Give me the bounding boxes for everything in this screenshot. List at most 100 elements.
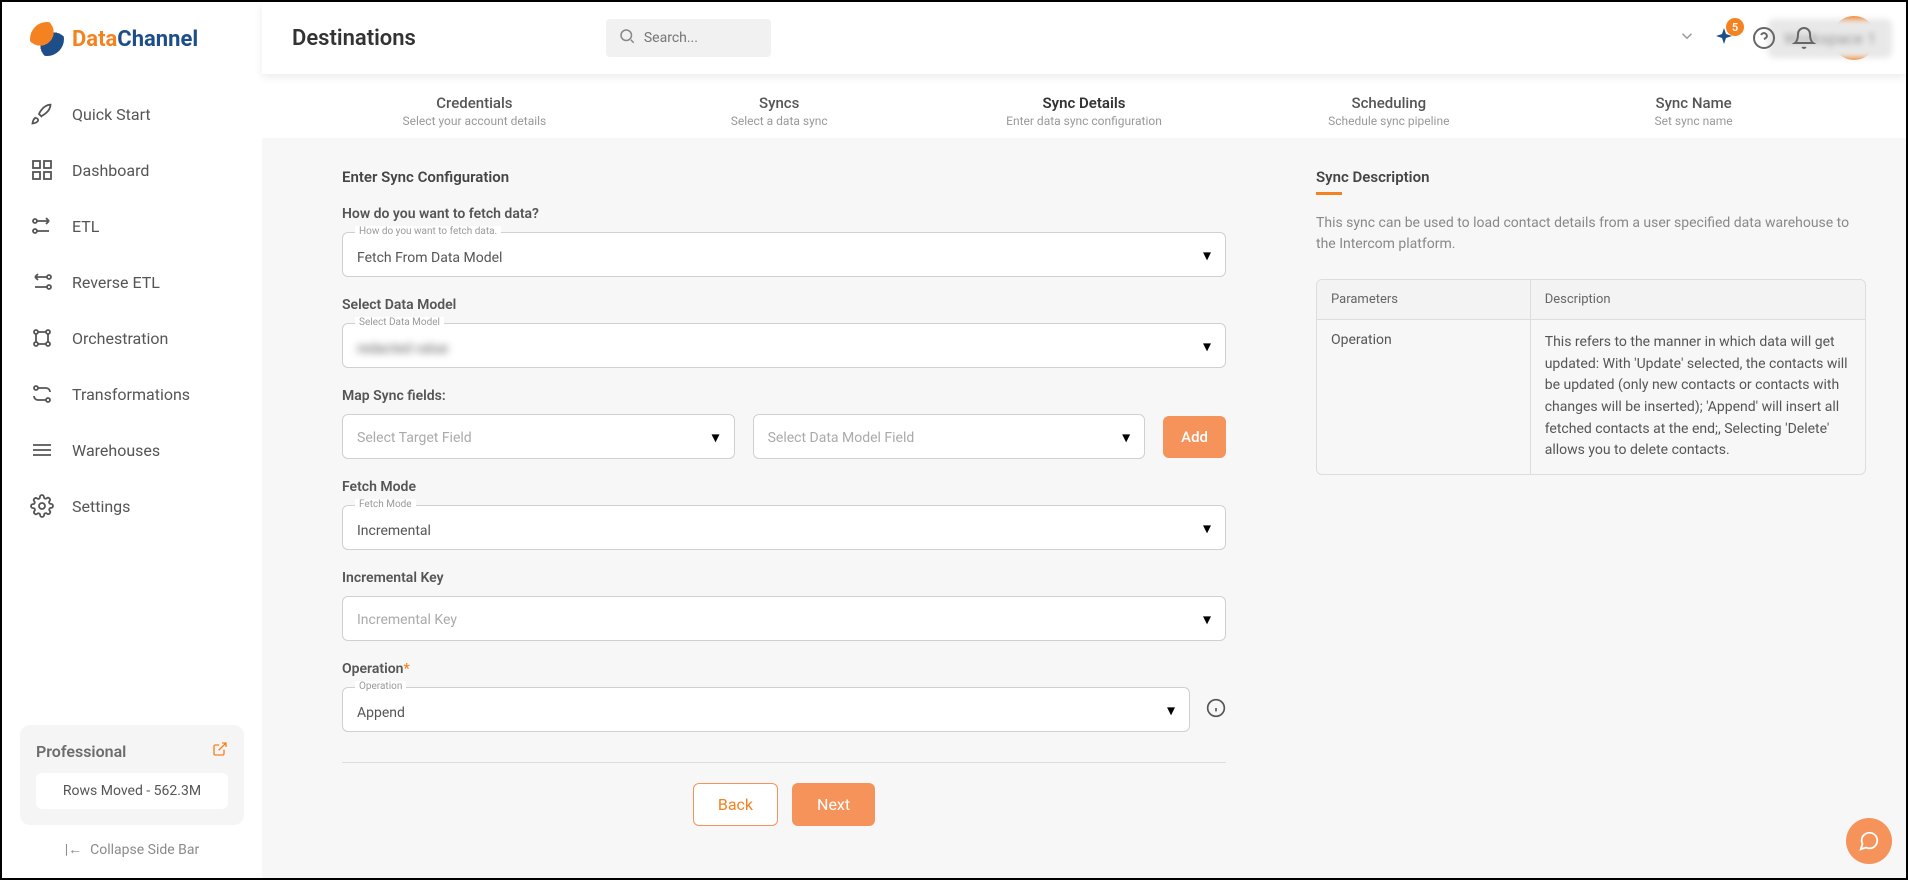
page-title: Destinations — [292, 26, 416, 51]
sparkle-icon[interactable]: 5 — [1712, 26, 1736, 50]
steps: CredentialsSelect your account details S… — [262, 74, 1906, 138]
form-area: Enter Sync Configuration How do you want… — [262, 138, 1306, 878]
help-icon[interactable] — [1752, 26, 1776, 50]
step-sync-name[interactable]: Sync NameSet sync name — [1541, 94, 1846, 128]
chevron-down-icon: ▾ — [712, 427, 720, 446]
sidebar-item-transformations[interactable]: Transformations — [2, 366, 262, 422]
chevron-down-icon: ▾ — [1203, 609, 1211, 628]
logo-text: DataChannel — [72, 27, 198, 52]
divider — [342, 762, 1226, 763]
fetch-method-select[interactable]: How do you want to fetch data. Fetch Fro… — [342, 232, 1226, 277]
sidebar-item-warehouses[interactable]: Warehouses — [2, 422, 262, 478]
incremental-key-select[interactable]: Incremental Key ▾ — [342, 596, 1226, 641]
nav-label: Dashboard — [72, 161, 149, 180]
nav-label: ETL — [72, 217, 99, 236]
float-label: How do you want to fetch data. — [355, 226, 501, 237]
nav-label: Warehouses — [72, 441, 160, 460]
data-model-select[interactable]: Select Data Model redacted value ▾ — [342, 323, 1226, 368]
gear-icon — [30, 494, 54, 518]
transformations-icon — [30, 382, 54, 406]
chevron-down-icon: ▾ — [1203, 336, 1211, 355]
step-syncs[interactable]: SyncsSelect a data sync — [627, 94, 932, 128]
chat-bubble-icon[interactable] — [1846, 818, 1892, 864]
external-link-icon[interactable] — [212, 741, 228, 761]
description-area: Sync Description This sync can be used t… — [1306, 138, 1906, 878]
param-desc: This refers to the manner in which data … — [1531, 320, 1865, 474]
desc-underline — [1316, 192, 1342, 195]
select-value: Append — [357, 705, 405, 721]
sidebar-item-quick-start[interactable]: Quick Start — [2, 86, 262, 142]
logo[interactable]: DataChannel — [2, 22, 262, 86]
sidebar-item-etl[interactable]: ETL — [2, 198, 262, 254]
collapse-icon: |← — [65, 841, 82, 858]
chevron-down-icon: ▾ — [1167, 700, 1175, 719]
next-button[interactable]: Next — [792, 783, 875, 826]
step-scheduling[interactable]: SchedulingSchedule sync pipeline — [1236, 94, 1541, 128]
collapse-label: Collapse Side Bar — [90, 842, 199, 858]
desc-title: Sync Description — [1316, 168, 1866, 186]
select-value: redacted value — [357, 341, 448, 357]
param-header-1: Parameters — [1317, 280, 1531, 319]
main: Destinations Workspace 1 5 D Creden — [262, 2, 1906, 878]
search-input[interactable] — [644, 30, 759, 46]
sidebar: DataChannel Quick Start Dashboard ETL Re… — [2, 2, 262, 878]
bell-icon[interactable] — [1792, 26, 1816, 50]
back-button[interactable]: Back — [693, 783, 778, 826]
plan-title: Professional — [36, 741, 228, 761]
notification-badge: 5 — [1726, 18, 1744, 36]
collapse-sidebar-button[interactable]: |← Collapse Side Bar — [2, 825, 262, 858]
select-value: Fetch From Data Model — [357, 250, 502, 266]
data-model-field-select[interactable]: Select Data Model Field ▾ — [753, 414, 1146, 459]
param-name: Operation — [1317, 320, 1531, 474]
step-credentials[interactable]: CredentialsSelect your account details — [322, 94, 627, 128]
operation-label: Operation* — [342, 661, 1226, 677]
add-button[interactable]: Add — [1163, 416, 1226, 458]
dashboard-icon — [30, 158, 54, 182]
step-sync-details[interactable]: Sync DetailsEnter data sync configuratio… — [932, 94, 1237, 128]
plan-title-text: Professional — [36, 742, 126, 761]
sidebar-item-dashboard[interactable]: Dashboard — [2, 142, 262, 198]
sidebar-item-reverse-etl[interactable]: Reverse ETL — [2, 254, 262, 310]
search-icon — [618, 27, 636, 49]
param-row: Operation This refers to the manner in w… — [1317, 320, 1865, 474]
rocket-icon — [30, 102, 54, 126]
section-title: Enter Sync Configuration — [342, 168, 1226, 186]
select-placeholder: Incremental Key — [357, 612, 457, 628]
target-field-select[interactable]: Select Target Field ▾ — [342, 414, 735, 459]
map-fields-label: Map Sync fields: — [342, 388, 1226, 404]
param-header-2: Description — [1531, 280, 1865, 319]
operation-select[interactable]: Operation Append ▾ — [342, 687, 1190, 732]
search-box[interactable] — [606, 19, 771, 57]
etl-icon — [30, 214, 54, 238]
warehouses-icon — [30, 438, 54, 462]
incremental-key-label: Incremental Key — [342, 570, 1226, 586]
select-placeholder: Select Target Field — [357, 430, 472, 446]
nav-label: Orchestration — [72, 329, 168, 348]
select-placeholder: Select Data Model Field — [768, 430, 915, 446]
nav: Quick Start Dashboard ETL Reverse ETL Or… — [2, 86, 262, 725]
topbar: Destinations Workspace 1 5 D — [262, 2, 1906, 74]
plan-box: Professional Rows Moved - 562.3M — [20, 725, 244, 825]
chevron-down-icon: ▾ — [1203, 518, 1211, 537]
nav-label: Quick Start — [72, 105, 151, 124]
sidebar-item-orchestration[interactable]: Orchestration — [2, 310, 262, 366]
sidebar-item-settings[interactable]: Settings — [2, 478, 262, 534]
nav-label: Reverse ETL — [72, 273, 160, 292]
float-label: Operation — [355, 681, 406, 692]
fetch-mode-label: Fetch Mode — [342, 479, 1226, 495]
select-value: Incremental — [357, 523, 431, 539]
chevron-down-icon[interactable] — [1678, 27, 1696, 49]
desc-text: This sync can be used to load contact de… — [1316, 213, 1866, 255]
info-icon[interactable] — [1206, 698, 1226, 722]
workspace-selector[interactable]: Workspace 1 — [1768, 19, 1892, 58]
fetch-mode-select[interactable]: Fetch Mode Incremental ▾ — [342, 505, 1226, 550]
data-model-label: Select Data Model — [342, 297, 1226, 313]
plan-stat: Rows Moved - 562.3M — [36, 773, 228, 809]
float-label: Select Data Model — [355, 317, 444, 328]
nav-label: Settings — [72, 497, 130, 516]
fetch-question-label: How do you want to fetch data? — [342, 206, 1226, 222]
logo-icon — [30, 22, 64, 56]
chevron-down-icon: ▾ — [1122, 427, 1130, 446]
orchestration-icon — [30, 326, 54, 350]
float-label: Fetch Mode — [355, 499, 416, 510]
